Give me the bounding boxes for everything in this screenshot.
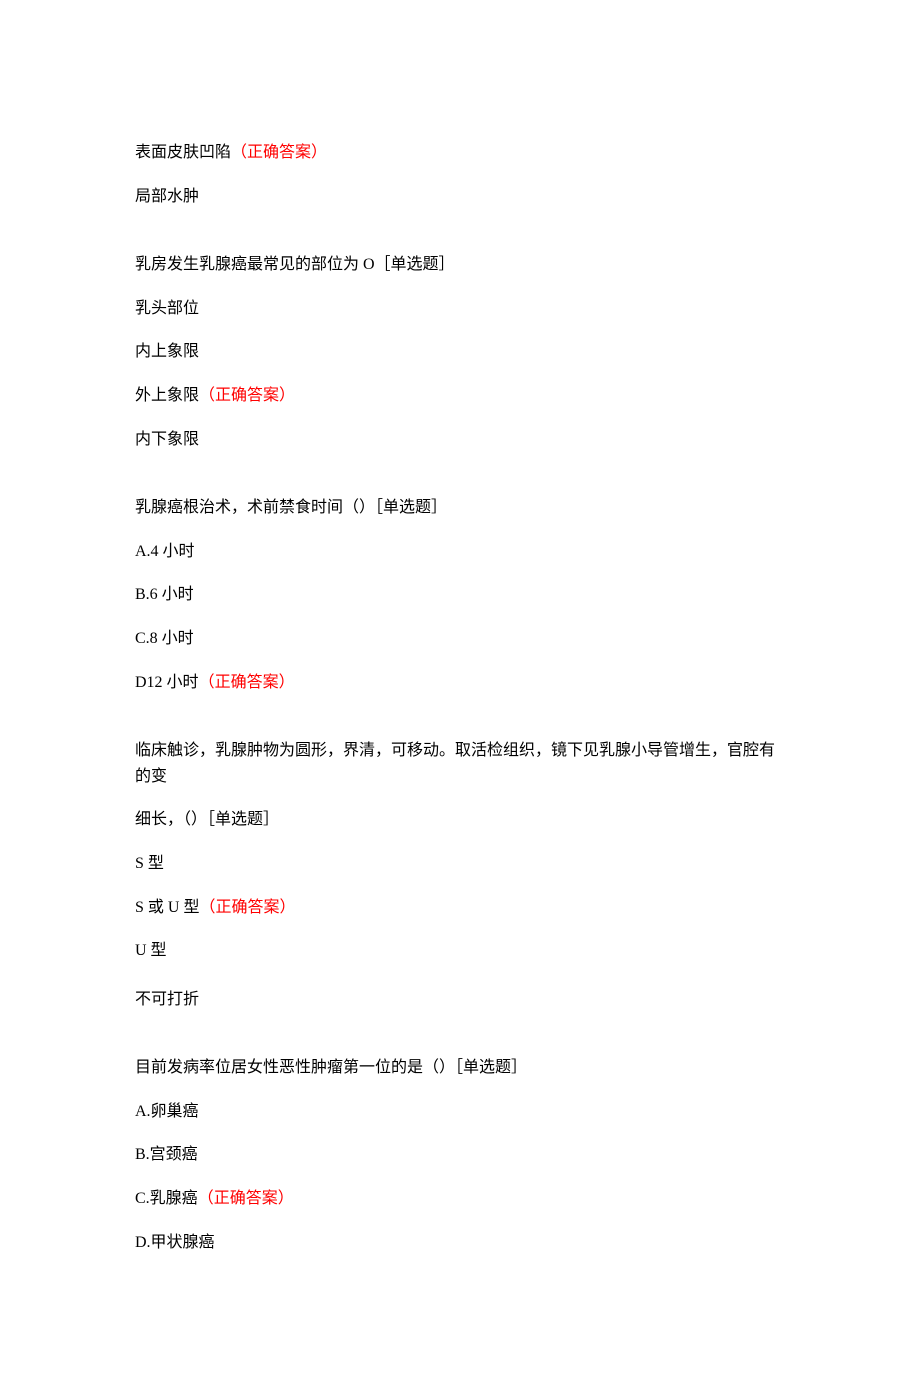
- answer-option: C.乳腺癌（正确答案）: [135, 1186, 785, 1212]
- option-text: C.8 小时: [135, 630, 194, 647]
- option-text: 不可打折: [135, 991, 199, 1008]
- answer-option: 内上象限: [135, 339, 785, 365]
- option-text: A.4 小时: [135, 543, 195, 560]
- stem-text: 乳房发生乳腺癌最常见的部位为 O［单选题］: [135, 256, 455, 273]
- question-stem: 乳腺癌根治术，术前禁食时间（）［单选题］: [135, 495, 785, 521]
- option-text: U 型: [135, 942, 167, 959]
- answer-option: 不可打折: [135, 987, 785, 1013]
- option-text: B.6 小时: [135, 586, 194, 603]
- stem-text: 乳腺癌根治术，术前禁食时间（）［单选题］: [135, 499, 447, 516]
- answer-option: 内下象限: [135, 427, 785, 453]
- answer-option: A.4 小时: [135, 539, 785, 565]
- answer-option: 乳头部位: [135, 296, 785, 322]
- stem-text: 临床触诊，乳腺肿物为圆形，界清，可移动。取活检组织，镜下见乳腺小导管增生，官腔有…: [135, 742, 775, 785]
- correct-answer-label: （正确答案）: [198, 1190, 294, 1207]
- option-text: D12 小时: [135, 674, 199, 691]
- answer-option: U 型: [135, 938, 785, 964]
- option-text: S 或 U 型: [135, 899, 199, 916]
- answer-option: 外上象限（正确答案）: [135, 383, 785, 409]
- correct-answer-label: （正确答案）: [199, 899, 295, 916]
- option-text: C.乳腺癌: [135, 1190, 198, 1207]
- answer-option: A.卵巢癌: [135, 1099, 785, 1125]
- option-text: D.甲状腺癌: [135, 1234, 215, 1251]
- question-stem: 目前发病率位居女性恶性肿瘤第一位的是（）［单选题］: [135, 1055, 785, 1081]
- answer-option: C.8 小时: [135, 626, 785, 652]
- answer-option: 表面皮肤凹陷（正确答案）: [135, 140, 785, 166]
- answer-option: 局部水肿: [135, 184, 785, 210]
- option-text: 内下象限: [135, 431, 199, 448]
- option-text: 内上象限: [135, 343, 199, 360]
- correct-answer-label: （正确答案）: [231, 144, 327, 161]
- answer-option: S 型: [135, 851, 785, 877]
- option-text: 局部水肿: [135, 188, 199, 205]
- stem-text: 目前发病率位居女性恶性肿瘤第一位的是（）［单选题］: [135, 1059, 527, 1076]
- option-text: B.宫颈癌: [135, 1146, 198, 1163]
- option-text: 表面皮肤凹陷: [135, 144, 231, 161]
- option-text: S 型: [135, 855, 164, 872]
- correct-answer-label: （正确答案）: [199, 387, 295, 404]
- option-text: A.卵巢癌: [135, 1103, 199, 1120]
- correct-answer-label: （正确答案）: [199, 674, 295, 691]
- document-page: 表面皮肤凹陷（正确答案） 局部水肿 乳房发生乳腺癌最常见的部位为 O［单选题］ …: [0, 0, 920, 1373]
- option-text: 外上象限: [135, 387, 199, 404]
- question-stem: 乳房发生乳腺癌最常见的部位为 O［单选题］: [135, 252, 785, 278]
- answer-option: B.宫颈癌: [135, 1142, 785, 1168]
- answer-option: B.6 小时: [135, 582, 785, 608]
- question-stem-cont: 细长，（）［单选题］: [135, 807, 785, 833]
- stem-text: 细长，（）［单选题］: [135, 811, 279, 828]
- answer-option: S 或 U 型（正确答案）: [135, 895, 785, 921]
- option-text: 乳头部位: [135, 300, 199, 317]
- answer-option: D.甲状腺癌: [135, 1230, 785, 1256]
- answer-option: D12 小时（正确答案）: [135, 670, 785, 696]
- question-stem: 临床触诊，乳腺肿物为圆形，界清，可移动。取活检组织，镜下见乳腺小导管增生，官腔有…: [135, 738, 785, 789]
